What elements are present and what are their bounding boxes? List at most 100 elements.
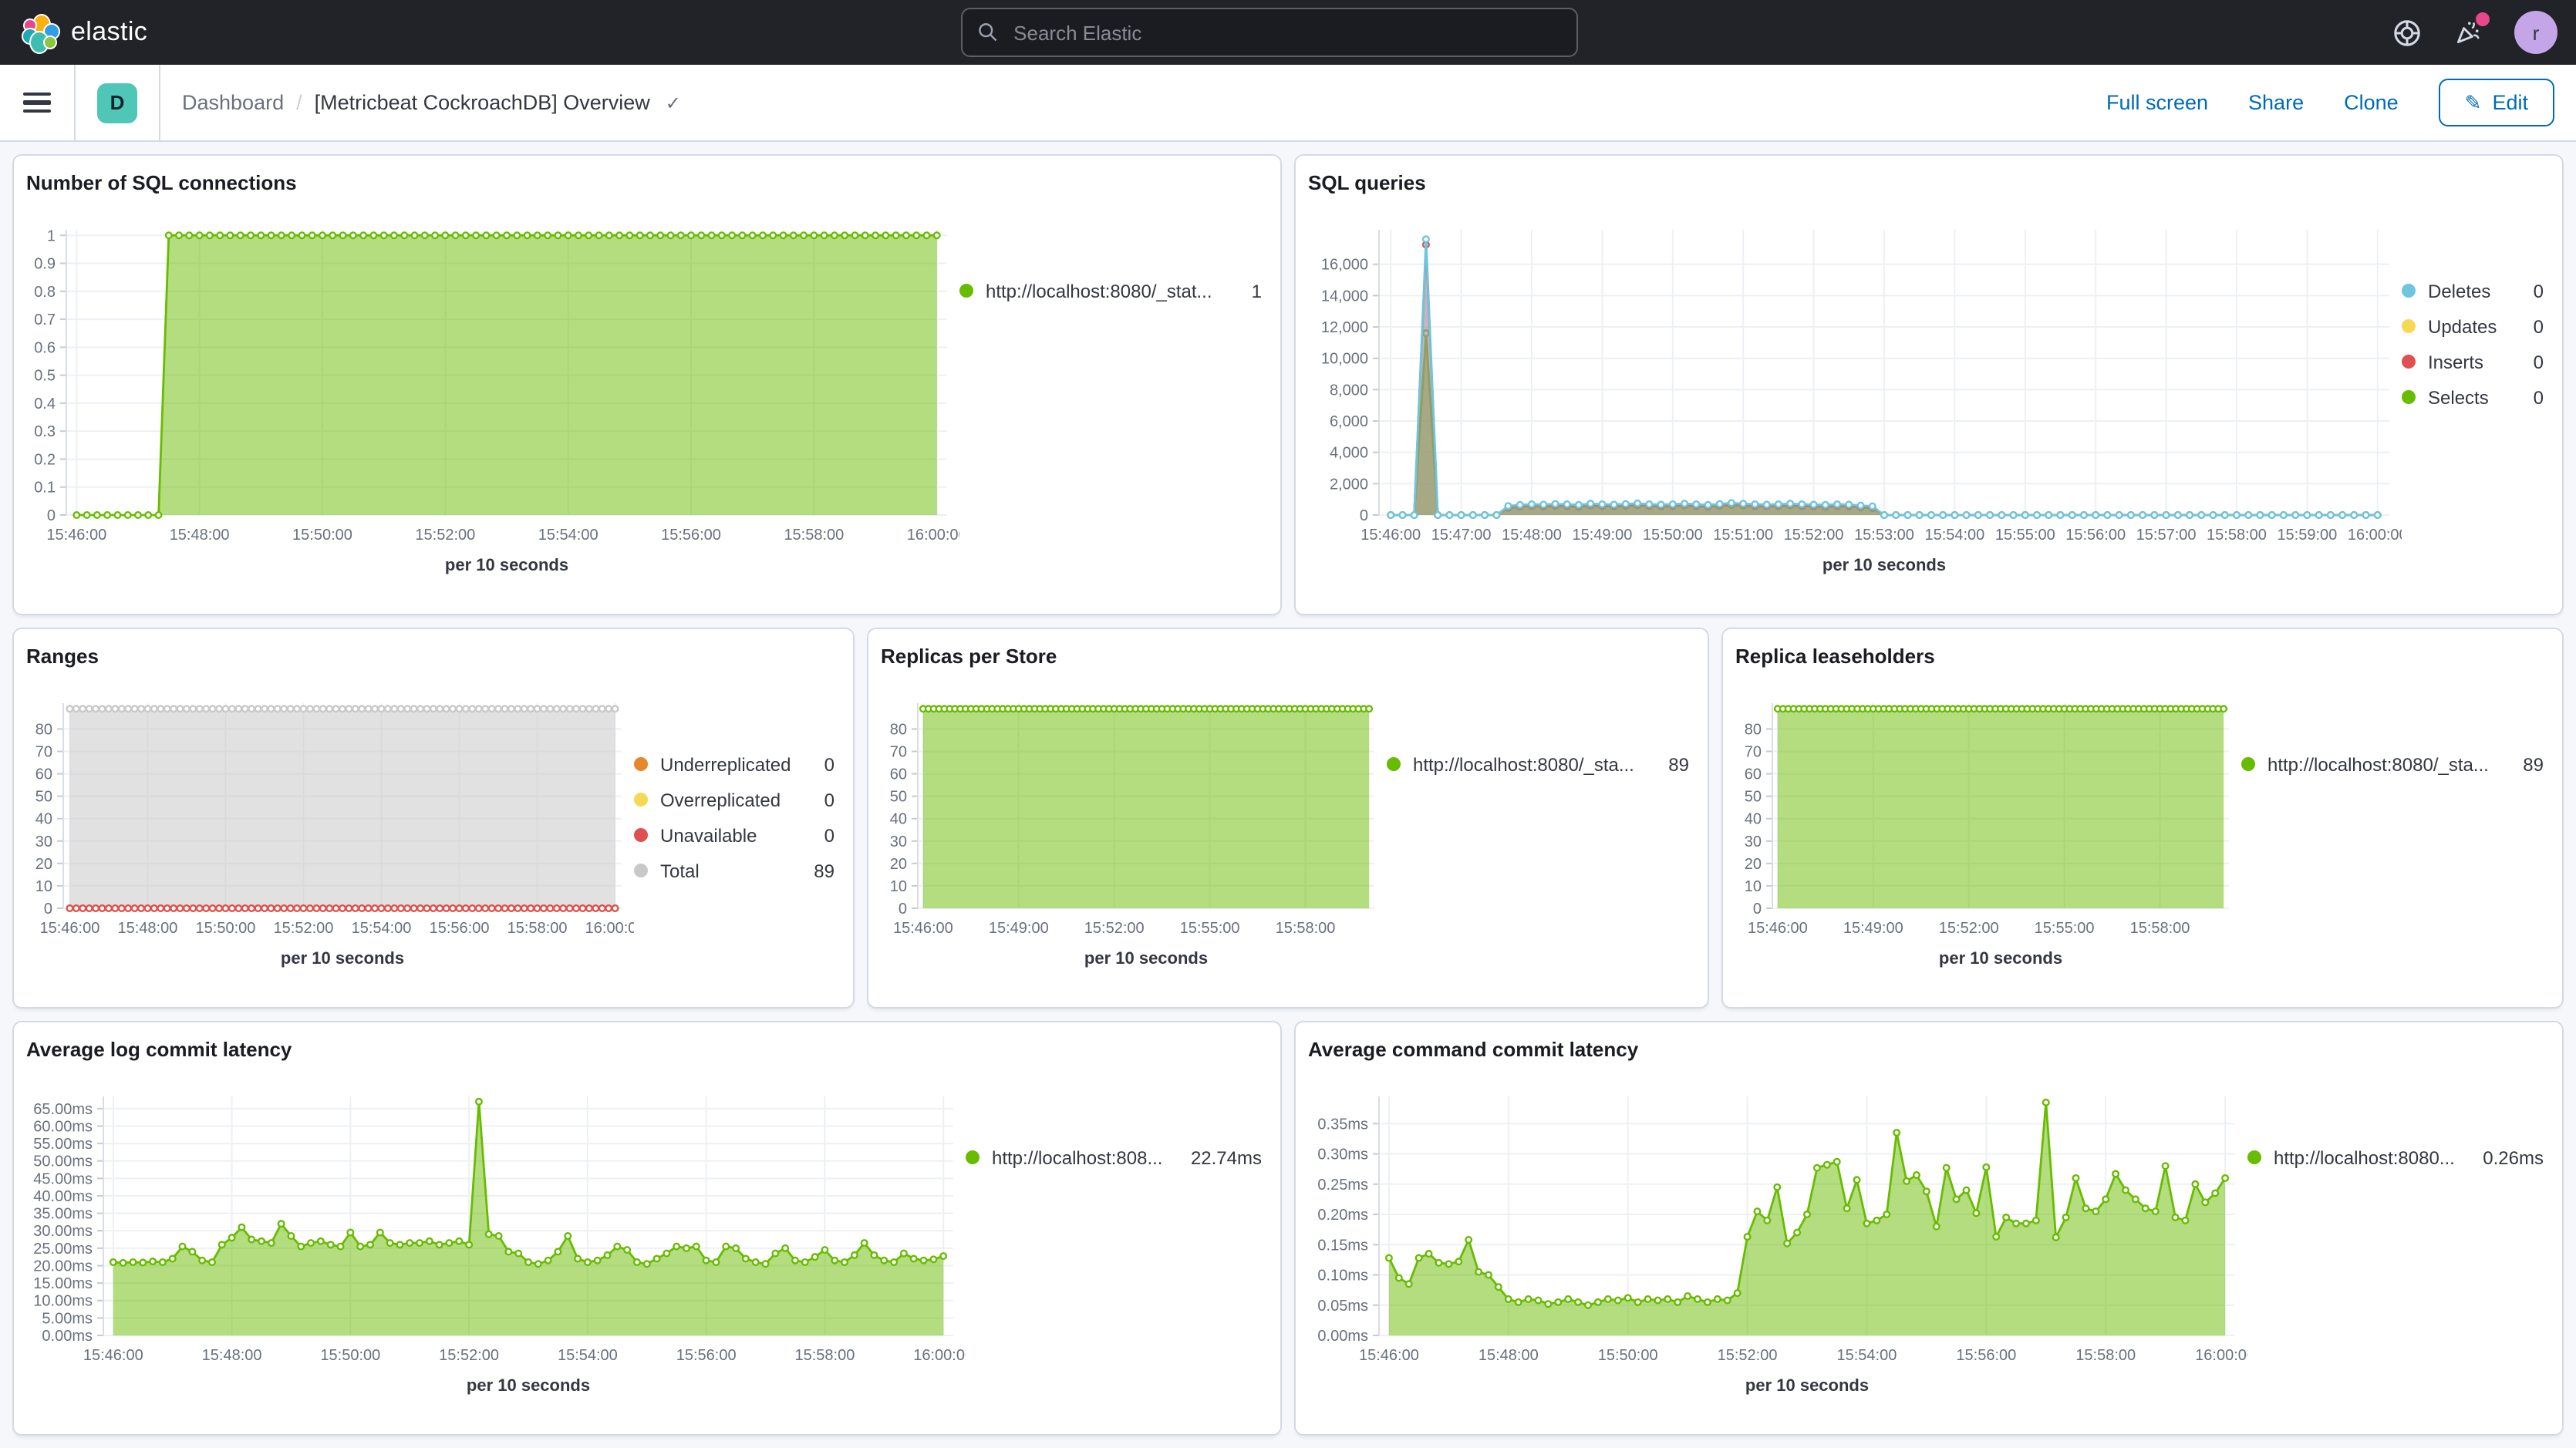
legend-item[interactable]: Unavailable 0	[634, 823, 835, 847]
legend-item[interactable]: http://localhost:8080/_sta...89	[2241, 753, 2544, 776]
panel-title: Ranges	[26, 641, 841, 672]
svg-text:0.7: 0.7	[34, 311, 56, 328]
legend-item[interactable]: http://localhost:8080...0.26ms	[2247, 1146, 2544, 1169]
area-chart[interactable]: 0.00ms0.05ms0.10ms0.15ms0.20ms0.25ms0.30…	[1308, 1066, 2247, 1422]
svg-text:16:00:00: 16:00:00	[585, 920, 634, 937]
full-screen-button[interactable]: Full screen	[2106, 91, 2208, 114]
svg-text:70: 70	[1745, 744, 1762, 761]
svg-text:15:58:00: 15:58:00	[2130, 920, 2190, 937]
svg-text:10: 10	[1745, 878, 1762, 895]
space-badge[interactable]: D	[97, 83, 137, 123]
svg-text:60.00ms: 60.00ms	[33, 1118, 93, 1135]
legend-dot	[2402, 319, 2416, 333]
dashboard-grid: Number of SQL connections 00.10.20.30.40…	[0, 142, 2576, 1448]
area-chart[interactable]: 0.00ms5.00ms10.00ms15.00ms20.00ms25.00ms…	[26, 1066, 966, 1422]
legend-item[interactable]: Updates0	[2402, 315, 2544, 338]
chart-legend: http://localhost:8080/_stat...1	[959, 279, 1268, 601]
svg-text:15:48:00: 15:48:00	[1479, 1347, 1539, 1364]
svg-text:35.00ms: 35.00ms	[33, 1206, 93, 1223]
svg-text:65.00ms: 65.00ms	[33, 1101, 93, 1118]
clone-button[interactable]: Clone	[2344, 91, 2399, 114]
svg-text:15:48:00: 15:48:00	[118, 920, 178, 937]
svg-text:15:49:00: 15:49:00	[1843, 920, 1903, 937]
legend-dot	[634, 793, 648, 807]
area-chart[interactable]: 0102030405060708015:46:0015:48:0015:50:0…	[26, 672, 634, 995]
panel-title: Replica leaseholders	[1735, 641, 2550, 672]
panel-ranges: Ranges 0102030405060708015:46:0015:48:00…	[12, 628, 855, 1009]
legend-label: Overreplicated	[660, 789, 812, 810]
svg-text:20: 20	[35, 856, 52, 873]
svg-text:15:52:00: 15:52:00	[1718, 1347, 1778, 1364]
legend-value: 0	[824, 824, 835, 846]
area-chart[interactable]: 00.10.20.30.40.50.60.70.80.9115:46:0015:…	[26, 199, 959, 601]
dashboard-toolbar: D Dashboard / [Metricbeat CockroachDB] O…	[0, 65, 2576, 142]
share-button[interactable]: Share	[2248, 91, 2304, 114]
legend-label: Unavailable	[660, 824, 812, 846]
svg-text:0.35ms: 0.35ms	[1317, 1116, 1368, 1133]
svg-text:70: 70	[890, 744, 907, 761]
legend-item[interactable]: Selects0	[2402, 386, 2544, 409]
svg-text:0.20ms: 0.20ms	[1317, 1207, 1368, 1224]
menu-icon[interactable]	[23, 93, 51, 113]
legend-label: http://localhost:8080/_stat...	[986, 280, 1239, 301]
legend-item[interactable]: http://localhost:8080/_sta... 89	[1387, 753, 1689, 776]
svg-text:15:46:00: 15:46:00	[83, 1347, 143, 1364]
svg-text:16:00:00: 16:00:00	[913, 1347, 966, 1364]
svg-text:16:00:00: 16:00:00	[2195, 1347, 2247, 1364]
svg-text:15:56:00: 15:56:00	[2065, 527, 2126, 544]
legend-item[interactable]: Inserts0	[2402, 350, 2544, 373]
legend-label: Updates	[2428, 315, 2521, 337]
svg-text:0.15ms: 0.15ms	[1317, 1237, 1368, 1254]
panel-sql-queries: SQL queries 02,0004,0006,0008,00010,0001…	[1294, 154, 2564, 615]
edit-button-label: Edit	[2492, 91, 2528, 114]
area-chart[interactable]: 02,0004,0006,0008,00010,00012,00014,0001…	[1308, 199, 2402, 601]
svg-text:15:56:00: 15:56:00	[676, 1347, 737, 1364]
edit-button[interactable]: ✎ Edit	[2439, 79, 2554, 126]
legend-item[interactable]: Underreplicated0	[634, 753, 835, 776]
area-chart[interactable]: 0102030405060708015:46:0015:49:0015:52:0…	[1735, 672, 2241, 995]
news-icon[interactable]	[2453, 17, 2483, 48]
breadcrumb-dashboard-link[interactable]: Dashboard	[182, 91, 284, 114]
legend-label: Underreplicated	[660, 753, 812, 775]
legend-label: http://localhost:8080/_sta...	[1413, 753, 1656, 775]
svg-text:15:46:00: 15:46:00	[39, 920, 99, 937]
chart-legend: http://localhost:808...22.74ms	[966, 1146, 1268, 1422]
legend-item[interactable]: http://localhost:808...22.74ms	[966, 1146, 1262, 1169]
svg-text:0.30ms: 0.30ms	[1317, 1147, 1368, 1163]
svg-text:5.00ms: 5.00ms	[42, 1310, 93, 1327]
legend-value: 22.74ms	[1191, 1147, 1262, 1168]
search-input[interactable]	[1010, 19, 1561, 45]
panel-replica-leaseholders: Replica leaseholders 0102030405060708015…	[1721, 628, 2564, 1009]
elastic-logo[interactable]: elastic	[0, 14, 147, 51]
avatar[interactable]: r	[2514, 11, 2557, 54]
legend-value: 0	[2534, 386, 2544, 408]
svg-text:4,000: 4,000	[1330, 445, 1368, 462]
legend-item[interactable]: Deletes0	[2402, 279, 2544, 302]
svg-text:15:50:00: 15:50:00	[320, 1347, 380, 1364]
global-search[interactable]	[961, 8, 1578, 57]
svg-text:0.5: 0.5	[34, 368, 56, 385]
svg-text:0.25ms: 0.25ms	[1317, 1177, 1368, 1194]
chart-legend: http://localhost:8080...0.26ms	[2247, 1146, 2550, 1422]
svg-text:20: 20	[1745, 856, 1762, 873]
legend-dot	[2241, 757, 2255, 771]
elastic-logo-text: elastic	[71, 17, 147, 48]
panel-title: Average command commit latency	[1308, 1035, 2550, 1066]
legend-value: 89	[1668, 753, 1689, 775]
svg-text:15:59:00: 15:59:00	[2277, 527, 2337, 544]
breadcrumb: Dashboard / [Metricbeat CockroachDB] Ove…	[160, 91, 681, 114]
elastic-logo-icon	[22, 14, 59, 51]
svg-text:per 10 seconds: per 10 seconds	[281, 948, 404, 968]
legend-label: Inserts	[2428, 351, 2521, 372]
search-icon	[978, 22, 998, 43]
svg-text:15:58:00: 15:58:00	[2075, 1347, 2136, 1364]
check-icon[interactable]: ✓	[666, 92, 681, 113]
legend-item[interactable]: http://localhost:8080/_stat...1	[959, 279, 1262, 302]
svg-text:40: 40	[1745, 811, 1762, 828]
svg-text:0: 0	[44, 901, 52, 918]
legend-item[interactable]: Overreplicated0	[634, 788, 835, 811]
legend-item[interactable]: Total89	[634, 859, 835, 882]
svg-text:40.00ms: 40.00ms	[33, 1188, 93, 1205]
area-chart[interactable]: 0102030405060708015:46:0015:49:0015:52:0…	[881, 672, 1387, 995]
help-icon[interactable]	[2391, 17, 2422, 48]
